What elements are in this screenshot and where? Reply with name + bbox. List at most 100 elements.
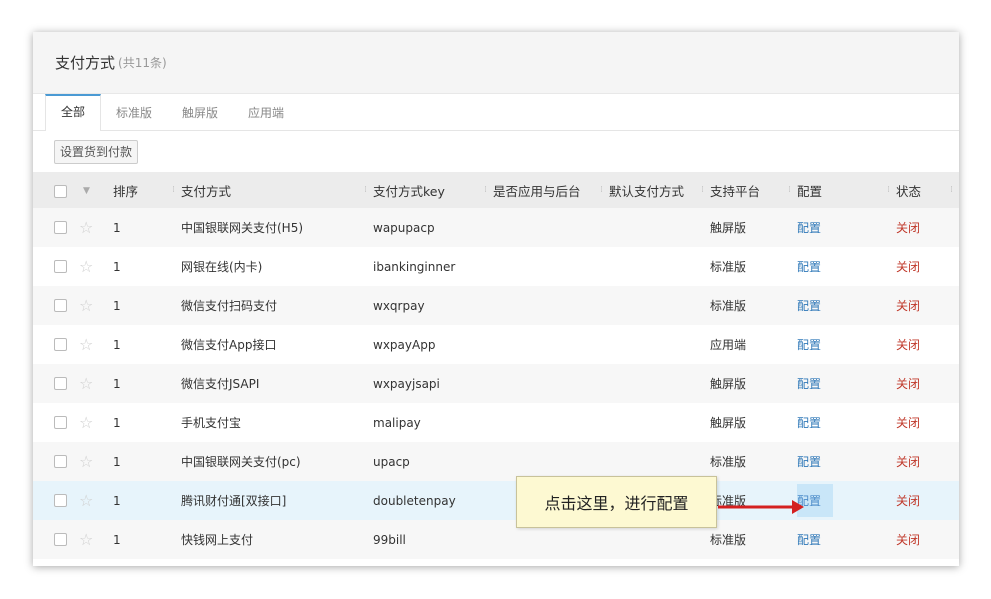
status-link[interactable]: 关闭 [896, 299, 920, 313]
select-all-checkbox[interactable] [54, 184, 67, 198]
row-key: wxpayApp [373, 337, 436, 352]
row-order: 1 [113, 493, 121, 508]
row-checkbox[interactable] [54, 299, 67, 312]
row-platform: 触屏版 [710, 416, 747, 430]
table-row[interactable]: ☆ 1 微信支付App接口 wxpayApp 应用端 配置 关闭 [33, 325, 959, 364]
star-icon[interactable]: ☆ [79, 296, 93, 315]
star-icon[interactable]: ☆ [79, 413, 93, 432]
row-key: malipay [373, 415, 421, 430]
table-row[interactable]: ☆ 1 中国银联网关支付(pc) upacp 标准版 配置 关闭 [33, 442, 959, 481]
star-icon[interactable]: ☆ [79, 530, 93, 549]
row-backend [493, 403, 609, 442]
row-backend [493, 364, 609, 403]
row-platform: 标准版 [710, 299, 747, 313]
status-link[interactable]: 关闭 [896, 416, 920, 430]
tab-all[interactable]: 全部 [45, 94, 102, 131]
status-link[interactable]: 关闭 [896, 338, 920, 352]
row-checkbox[interactable] [54, 416, 67, 429]
header-select: ▼ [33, 172, 113, 208]
row-method: 微信支付JSAPI [181, 377, 260, 391]
row-order: 1 [113, 337, 121, 352]
table-row[interactable]: ☆ 1 中国银联网关支付(H5) wapupacp 触屏版 配置 关闭 [33, 208, 959, 247]
row-key: wxpayjsapi [373, 376, 440, 391]
config-link[interactable]: 配置 [797, 299, 821, 313]
table-row[interactable]: ☆ 1 微信支付扫码支付 wxqrpay 标准版 配置 关闭 [33, 286, 959, 325]
row-checkbox[interactable] [54, 260, 67, 273]
row-default [609, 325, 710, 364]
tab-standard[interactable]: 标准版 [101, 95, 167, 130]
row-checkbox[interactable] [54, 533, 67, 546]
column-resize-handle[interactable]: ⁞ [887, 184, 890, 196]
config-link[interactable]: 配置 [797, 455, 821, 469]
column-resize-handle[interactable]: ⁞ [484, 184, 487, 196]
row-key: doubletenpay [373, 493, 456, 508]
table-row[interactable]: ☆ 1 网银在线(内卡) ibankinginner 标准版 配置 关闭 [33, 247, 959, 286]
star-icon[interactable]: ☆ [79, 257, 93, 276]
table-row[interactable]: ☆ 1 微信支付JSAPI wxpayjsapi 触屏版 配置 关闭 [33, 364, 959, 403]
row-checkbox[interactable] [54, 338, 67, 351]
table-row[interactable]: ☆ 1 腾讯财付通[双接口] doubletenpay 标准版 配置 关闭 [33, 481, 959, 520]
status-link[interactable]: 关闭 [896, 377, 920, 391]
status-link[interactable]: 关闭 [896, 221, 920, 235]
config-link[interactable]: 配置 [797, 338, 821, 352]
star-icon[interactable]: ☆ [79, 374, 93, 393]
table-row[interactable]: ☆ 1 手机支付宝 malipay 触屏版 配置 关闭 [33, 403, 959, 442]
config-link[interactable]: 配置 [797, 221, 821, 235]
config-link[interactable]: 配置 [797, 377, 821, 391]
star-icon[interactable]: ☆ [79, 218, 93, 237]
row-platform: 应用端 [710, 338, 747, 352]
payment-methods-panel: 支付方式 (共11条) 全部 标准版 触屏版 应用端 设置货到付款 ▼ 排序 ⁞ … [33, 32, 959, 566]
column-resize-handle[interactable]: ⁞ [701, 184, 704, 196]
row-order: 1 [113, 298, 121, 313]
star-icon[interactable]: ☆ [79, 335, 93, 354]
header-order[interactable]: 排序 ⁞ [113, 172, 181, 208]
status-link[interactable]: 关闭 [896, 260, 920, 274]
config-link[interactable]: 配置 [797, 260, 821, 274]
row-checkbox[interactable] [54, 221, 67, 234]
row-order: 1 [113, 454, 121, 469]
star-icon[interactable]: ☆ [79, 452, 93, 471]
status-link[interactable]: 关闭 [896, 494, 920, 508]
header-backend[interactable]: 是否应用与后台 ⁞ [493, 172, 609, 208]
column-resize-handle[interactable]: ⁞ [364, 184, 367, 196]
config-link[interactable]: 配置 [797, 416, 821, 430]
row-default [609, 247, 710, 286]
row-method: 手机支付宝 [181, 416, 242, 430]
row-key: upacp [373, 454, 410, 469]
column-resize-handle[interactable]: ⁞ [950, 184, 953, 196]
header-config[interactable]: 配置 ⁞ [797, 172, 896, 208]
column-resize-handle[interactable]: ⁞ [172, 184, 175, 196]
table-row[interactable]: ☆ 1 快钱网上支付 99bill 标准版 配置 关闭 [33, 520, 959, 559]
column-resize-handle[interactable]: ⁞ [788, 184, 791, 196]
row-default [609, 208, 710, 247]
row-checkbox[interactable] [54, 455, 67, 468]
row-key: wxqrpay [373, 298, 425, 313]
header-platform[interactable]: 支持平台 ⁞ [710, 172, 797, 208]
header-status[interactable]: 状态 ⁞ [896, 172, 959, 208]
column-resize-handle[interactable]: ⁞ [600, 184, 603, 196]
row-checkbox[interactable] [54, 494, 67, 507]
row-key: wapupacp [373, 220, 435, 235]
chevron-down-icon[interactable]: ▼ [83, 186, 90, 196]
config-link[interactable]: 配置 [797, 533, 821, 547]
row-platform: 标准版 [710, 260, 747, 274]
header-method[interactable]: 支付方式 ⁞ [181, 172, 373, 208]
status-link[interactable]: 关闭 [896, 533, 920, 547]
tab-touch[interactable]: 触屏版 [167, 95, 233, 130]
status-link[interactable]: 关闭 [896, 455, 920, 469]
row-default [609, 403, 710, 442]
red-arrow-icon [718, 500, 804, 514]
row-method: 快钱网上支付 [181, 533, 254, 547]
set-cod-button[interactable]: 设置货到付款 [54, 139, 139, 164]
header-key[interactable]: 支付方式key ⁞ [373, 172, 493, 208]
row-default [609, 286, 710, 325]
row-checkbox[interactable] [54, 377, 67, 390]
header-default[interactable]: 默认支付方式 ⁞ [609, 172, 710, 208]
row-backend [493, 208, 609, 247]
tab-app[interactable]: 应用端 [233, 95, 299, 130]
row-order: 1 [113, 220, 121, 235]
table-header-row: ▼ 排序 ⁞ 支付方式 ⁞ 支付方式key ⁞ 是否应用与后台 ⁞ 默认支付方式 ⁞ 支持… [33, 172, 959, 208]
page-title: 支付方式 [55, 54, 116, 72]
row-order: 1 [113, 415, 121, 430]
star-icon[interactable]: ☆ [79, 491, 93, 510]
